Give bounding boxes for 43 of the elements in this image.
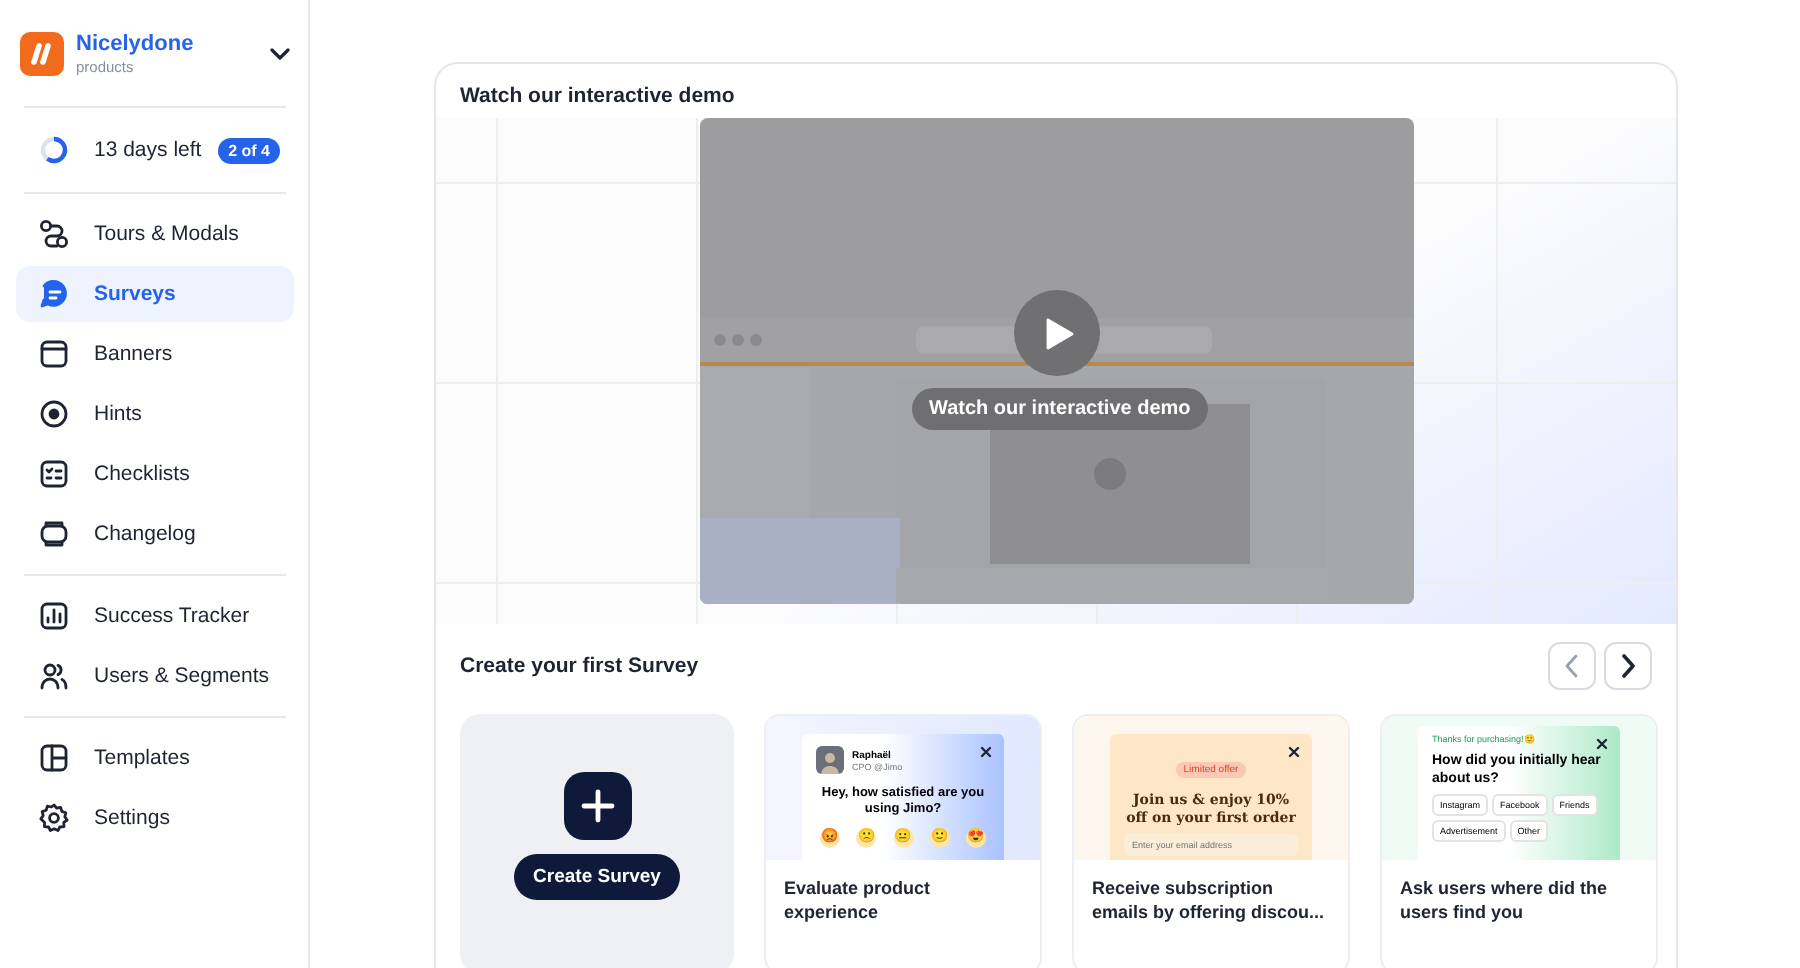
chevron-left-icon	[1564, 654, 1580, 678]
checklist-icon	[38, 458, 70, 490]
nav-item[interactable]: Users & Segments	[16, 648, 294, 704]
nav-item[interactable]: Templates	[16, 730, 294, 786]
window-icon	[38, 338, 70, 370]
template-title: Receive subscription emails by offering discou...	[1090, 876, 1327, 927]
bar-chart-icon	[38, 600, 70, 632]
close-icon	[1596, 738, 1608, 750]
section-title: Create your first Survey	[460, 654, 699, 678]
target-icon	[38, 398, 70, 430]
step-badge: 2 of 4	[218, 137, 280, 163]
layout-icon	[38, 742, 70, 774]
close-icon	[1288, 746, 1300, 758]
template-title: Evaluate product experience	[782, 876, 933, 927]
nav-item[interactable]: Tours & Modals	[16, 206, 294, 262]
create-survey-button[interactable]: Create Survey	[513, 854, 681, 900]
create-card[interactable]: Create Survey	[460, 714, 734, 968]
close-icon	[980, 746, 992, 758]
nav-item[interactable]: Banners	[16, 326, 294, 382]
nav-item[interactable]: Surveys	[16, 266, 294, 322]
trial-days-text: 13 days left	[94, 138, 204, 162]
nav-item[interactable]: Hints	[16, 386, 294, 442]
video-caption: Watch our interactive demo	[911, 388, 1209, 430]
nav-item[interactable]: Checklists	[16, 446, 294, 502]
stack-icon	[38, 518, 70, 550]
chevron-down-icon[interactable]	[270, 47, 290, 59]
users-icon	[38, 660, 70, 692]
section-title: Watch our interactive demo	[458, 82, 737, 112]
nav-item[interactable]: Settings	[16, 790, 294, 846]
chat-bubble-icon	[38, 278, 70, 310]
route-icon	[38, 218, 70, 250]
logo-icon	[20, 31, 64, 75]
template-title: Ask users where did the users find you	[1398, 876, 1610, 927]
nav-item[interactable]: Changelog	[16, 506, 294, 562]
workspace-name[interactable]: Nicelydone	[76, 31, 270, 55]
avatar-icon	[816, 746, 844, 774]
next-button[interactable]	[1604, 642, 1652, 690]
nav-item[interactable]: Success Tracker	[16, 588, 294, 644]
settings-icon	[38, 802, 70, 834]
progress-ring-icon	[38, 134, 70, 166]
chevron-right-icon	[1620, 654, 1636, 678]
plus-icon	[563, 772, 631, 840]
play-icon	[1046, 317, 1074, 349]
